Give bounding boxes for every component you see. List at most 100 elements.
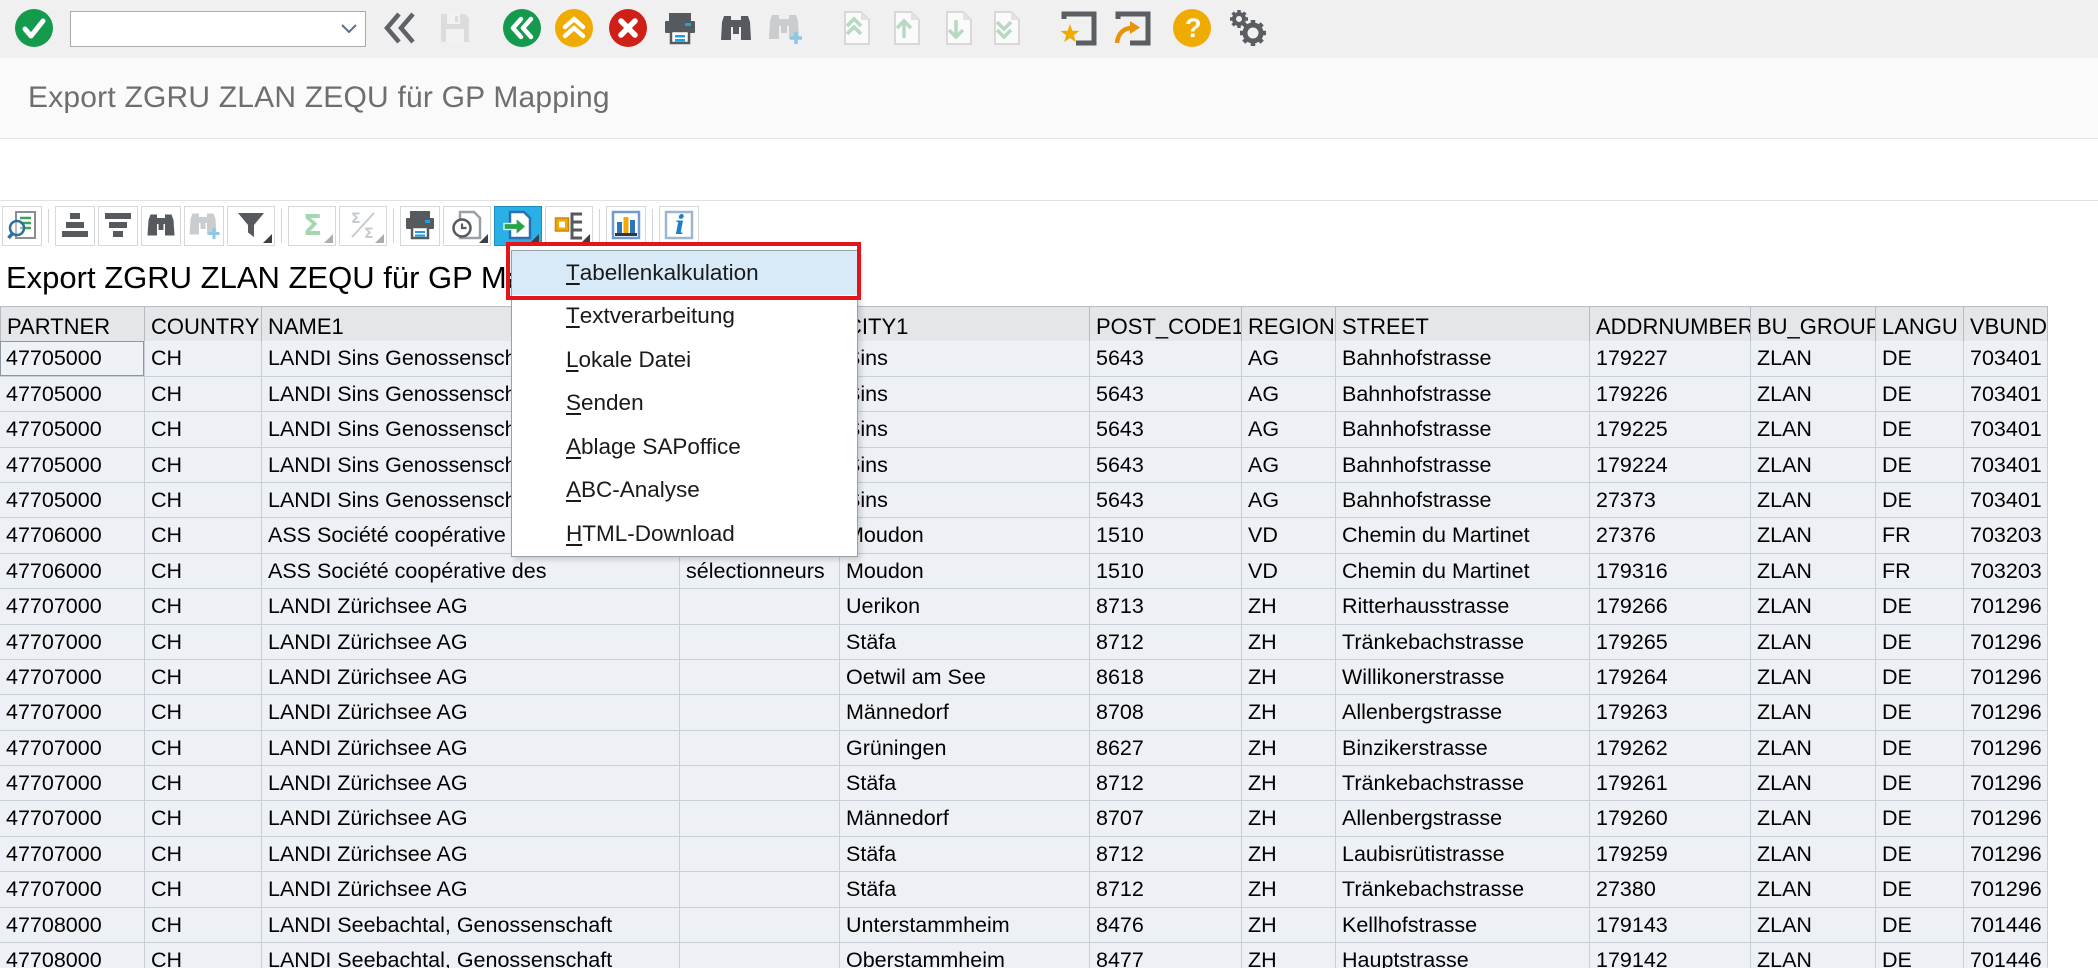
table-cell[interactable]: 8712	[1090, 872, 1242, 907]
table-cell[interactable]: LANDI Seebachtal, Genossenschaft	[262, 943, 680, 968]
table-cell[interactable]: CH	[145, 483, 262, 518]
table-cell[interactable]: CH	[145, 625, 262, 660]
table-cell[interactable]: CH	[145, 766, 262, 801]
table-cell[interactable]: CH	[145, 518, 262, 553]
table-cell[interactable]: DE	[1876, 766, 1964, 801]
table-cell[interactable]: 179264	[1590, 660, 1751, 695]
table-cell[interactable]: 47707000	[0, 625, 145, 660]
table-cell[interactable]: ZLAN	[1751, 695, 1876, 730]
table-cell[interactable]: LANDI Seebachtal, Genossenschaft	[262, 908, 680, 943]
table-cell[interactable]: 703203	[1964, 554, 2048, 589]
table-cell[interactable]: DE	[1876, 695, 1964, 730]
table-cell[interactable]: AG	[1242, 412, 1336, 447]
column-header-CITY1[interactable]: CITY1	[840, 306, 1090, 346]
table-cell[interactable]: 703401	[1964, 448, 2048, 483]
table-cell[interactable]: DE	[1876, 483, 1964, 518]
table-cell[interactable]	[680, 625, 840, 660]
table-cell[interactable]: Sins	[840, 341, 1090, 376]
table-cell[interactable]: Laubisrütistrasse	[1336, 837, 1590, 872]
table-cell[interactable]: ZH	[1242, 589, 1336, 624]
table-cell[interactable]: 47706000	[0, 554, 145, 589]
table-cell[interactable]: Grüningen	[840, 731, 1090, 766]
table-cell[interactable]: Oetwil am See	[840, 660, 1090, 695]
table-cell[interactable]: ZH	[1242, 766, 1336, 801]
export-button[interactable]	[494, 206, 542, 246]
table-cell[interactable]: Stäfa	[840, 872, 1090, 907]
find-button[interactable]	[718, 12, 754, 47]
table-cell[interactable]: ZLAN	[1751, 660, 1876, 695]
last-page-button[interactable]	[990, 10, 1022, 49]
table-cell[interactable]: Unterstammheim	[840, 908, 1090, 943]
sort-descending-button[interactable]	[98, 206, 138, 246]
menu-item-abc-analyse[interactable]: ABC-Analyse	[512, 469, 857, 513]
table-cell[interactable]: 8708	[1090, 695, 1242, 730]
table-cell[interactable]: 179226	[1590, 377, 1751, 412]
table-cell[interactable]: LANDI Zürichsee AG	[262, 837, 680, 872]
table-cell[interactable]	[680, 872, 840, 907]
table-cell[interactable]: 5643	[1090, 412, 1242, 447]
table-cell[interactable]: ZLAN	[1751, 554, 1876, 589]
table-cell[interactable]: CH	[145, 801, 262, 836]
table-cell[interactable]: 8712	[1090, 625, 1242, 660]
exit-button[interactable]	[554, 8, 594, 51]
table-cell[interactable]: ZLAN	[1751, 731, 1876, 766]
table-cell[interactable]: 179263	[1590, 695, 1751, 730]
table-cell[interactable]: VD	[1242, 554, 1336, 589]
table-cell[interactable]: 5643	[1090, 448, 1242, 483]
table-cell[interactable]: Männedorf	[840, 695, 1090, 730]
customize-layout-button[interactable]	[1228, 8, 1270, 51]
find-next-grid-button[interactable]	[184, 206, 224, 246]
subtotal-button[interactable]: ΣΣ	[339, 206, 387, 246]
table-cell[interactable]: ZLAN	[1751, 341, 1876, 376]
table-cell[interactable]	[680, 908, 840, 943]
total-button[interactable]: Σ	[288, 206, 336, 246]
table-cell[interactable]: 47705000	[0, 412, 145, 447]
table-cell[interactable]: Kellhofstrasse	[1336, 908, 1590, 943]
table-cell[interactable]: 701296	[1964, 837, 2048, 872]
table-cell[interactable]: 179142	[1590, 943, 1751, 968]
find-next-button[interactable]	[766, 11, 804, 48]
table-cell[interactable]: AG	[1242, 341, 1336, 376]
table-cell[interactable]: DE	[1876, 625, 1964, 660]
graphics-button[interactable]	[606, 206, 646, 246]
find-grid-button[interactable]	[141, 206, 181, 246]
command-input[interactable]	[71, 13, 341, 45]
table-cell[interactable]: 701296	[1964, 660, 2048, 695]
table-cell[interactable]: Allenbergstrasse	[1336, 801, 1590, 836]
menu-item-senden[interactable]: Senden	[512, 382, 857, 426]
table-cell[interactable]: DE	[1876, 589, 1964, 624]
table-cell[interactable]: Willikonerstrasse	[1336, 660, 1590, 695]
table-cell[interactable]: 5643	[1090, 377, 1242, 412]
table-cell[interactable]: 701296	[1964, 872, 2048, 907]
table-cell[interactable]: Sins	[840, 377, 1090, 412]
table-cell[interactable]: DE	[1876, 837, 1964, 872]
table-cell[interactable]: ZH	[1242, 943, 1336, 968]
table-cell[interactable]: CH	[145, 660, 262, 695]
table-cell[interactable]: ZLAN	[1751, 448, 1876, 483]
table-cell[interactable]: LANDI Zürichsee AG	[262, 695, 680, 730]
table-cell[interactable]: CH	[145, 448, 262, 483]
table-cell[interactable]: Bahnhofstrasse	[1336, 483, 1590, 518]
table-cell[interactable]: ZH	[1242, 837, 1336, 872]
table-cell[interactable]: 47707000	[0, 660, 145, 695]
table-cell[interactable]: Ritterhausstrasse	[1336, 589, 1590, 624]
table-cell[interactable]: 703401	[1964, 483, 2048, 518]
details-button[interactable]	[2, 206, 42, 246]
table-cell[interactable]: CH	[145, 695, 262, 730]
column-header-LANGU[interactable]: LANGU	[1876, 306, 1964, 346]
table-cell[interactable]: CH	[145, 554, 262, 589]
table-cell[interactable]: 1510	[1090, 554, 1242, 589]
table-cell[interactable]	[680, 731, 840, 766]
table-cell[interactable]: CH	[145, 341, 262, 376]
table-cell[interactable]: Moudon	[840, 518, 1090, 553]
table-cell[interactable]: ZH	[1242, 660, 1336, 695]
table-cell[interactable]: 701446	[1964, 908, 2048, 943]
first-page-button[interactable]	[840, 10, 872, 49]
table-cell[interactable]: Moudon	[840, 554, 1090, 589]
table-cell[interactable]: AG	[1242, 448, 1336, 483]
table-cell[interactable]: FR	[1876, 554, 1964, 589]
table-cell[interactable]: 701296	[1964, 589, 2048, 624]
table-cell[interactable]: ZLAN	[1751, 377, 1876, 412]
help-button[interactable]: ?	[1172, 8, 1212, 51]
table-cell[interactable]: 179227	[1590, 341, 1751, 376]
